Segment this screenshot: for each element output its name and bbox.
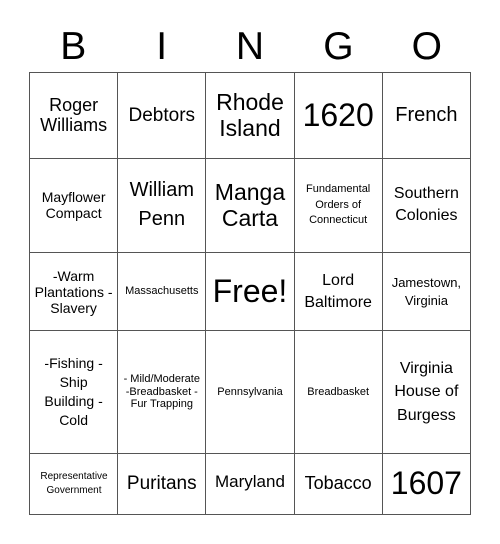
grid-row: Roger Williams Debtors Rhode Island 1620…	[28, 72, 472, 159]
bingo-cell[interactable]: Pennsylvania	[205, 330, 295, 454]
bingo-cell free-space[interactable]: Free!	[205, 251, 295, 332]
bingo-cell[interactable]: Debtors	[117, 72, 207, 159]
bingo-cell[interactable]: French	[381, 72, 472, 159]
bingo-cell[interactable]: 1620	[293, 72, 383, 159]
bingo-cell[interactable]: Fundamental Orders of Connecticut	[293, 157, 383, 253]
bingo-cell[interactable]: -Warm Plantations -Slavery	[28, 251, 119, 332]
bingo-cell[interactable]: Rhode Island	[205, 72, 295, 159]
header-letter-b: B	[60, 25, 87, 68]
bingo-cell[interactable]: -Fishing - Ship Building -Cold	[28, 330, 119, 454]
header-letter-o: O	[411, 25, 442, 68]
grid-row: Representative Government Puritans Maryl…	[28, 452, 472, 516]
bingo-cell[interactable]: Virginia House of Burgess	[381, 330, 472, 454]
bingo-cell[interactable]: Manga Carta	[205, 157, 295, 253]
grid-row: -Warm Plantations -Slavery Massachusetts…	[28, 251, 472, 332]
bingo-cell[interactable]: Lord Baltimore	[293, 251, 383, 332]
grid-row: -Fishing - Ship Building -Cold - Mild/Mo…	[28, 330, 472, 454]
bingo-cell[interactable]: 1607	[381, 452, 472, 516]
bingo-cell[interactable]: Mayflower Compact	[28, 157, 119, 253]
bingo-cell[interactable]: William Penn	[117, 157, 207, 253]
bingo-card-grid: Roger Williams Debtors Rhode Island 1620…	[28, 72, 472, 516]
bingo-cell[interactable]: Southern Colonies	[381, 157, 472, 253]
header-letter-i: I	[156, 25, 168, 68]
bingo-cell[interactable]: Breadbasket	[293, 330, 383, 454]
bingo-cell[interactable]: - Mild/Moderate -Breadbasket -Fur Trappi…	[117, 330, 207, 454]
bingo-cell[interactable]: Puritans	[117, 452, 207, 516]
bingo-cell[interactable]: Tobacco	[293, 452, 383, 516]
bingo-cell[interactable]: Massachusetts	[117, 251, 207, 332]
grid-row: Mayflower Compact William Penn Manga Car…	[28, 157, 472, 253]
bingo-header: B I N G O	[29, 22, 471, 72]
bingo-cell[interactable]: Roger Williams	[28, 72, 119, 159]
bingo-cell[interactable]: Maryland	[205, 452, 295, 516]
header-letter-n: N	[235, 25, 265, 68]
header-letter-g: G	[323, 25, 354, 68]
bingo-cell[interactable]: Jamestown, Virginia	[381, 251, 472, 332]
bingo-cell[interactable]: Representative Government	[28, 452, 119, 516]
